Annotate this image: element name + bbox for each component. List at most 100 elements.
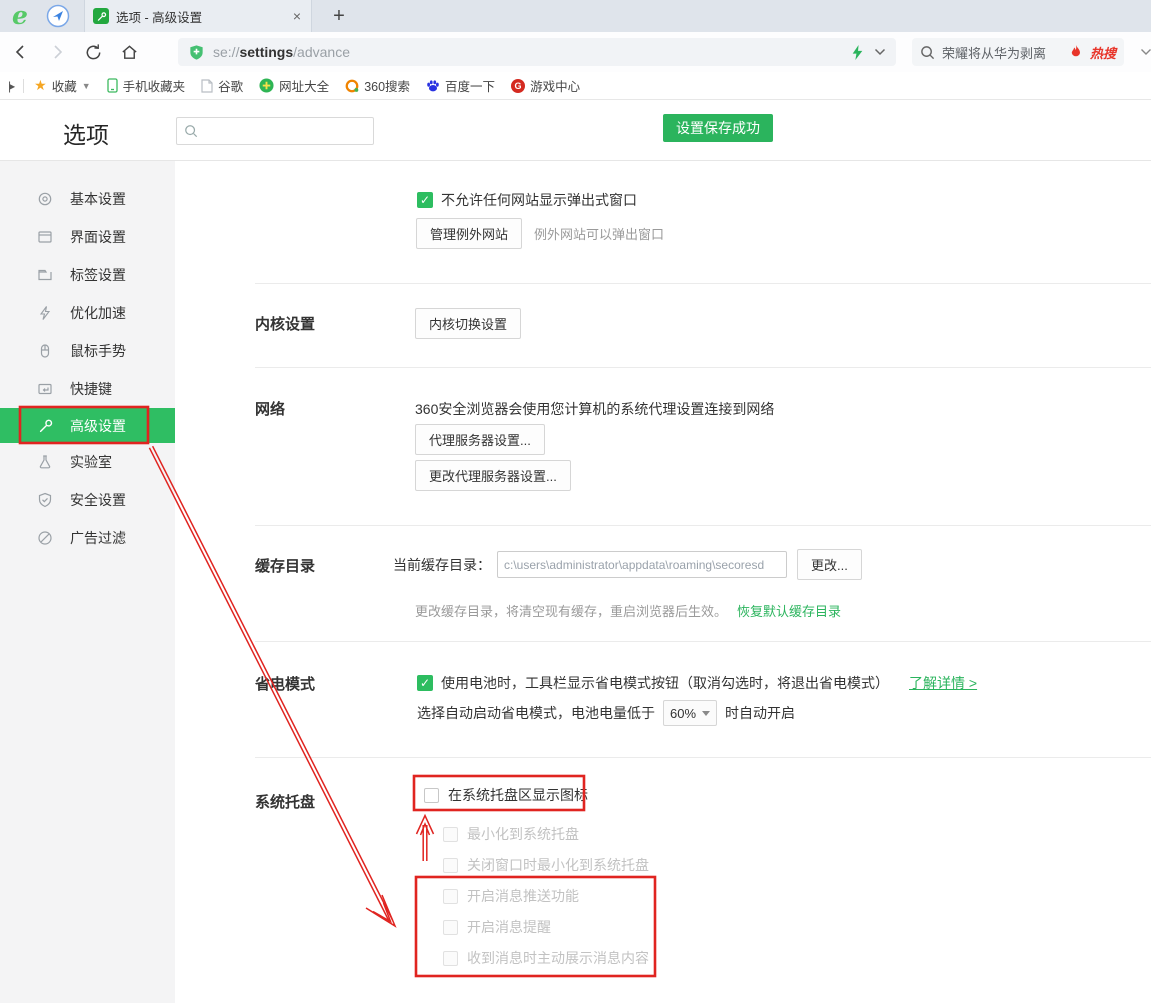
settings-wrench-favicon <box>93 8 109 24</box>
show-message-content-checkbox[interactable] <box>443 951 458 966</box>
flask-icon <box>36 454 53 471</box>
active-tab[interactable]: 选项 - 高级设置 × <box>84 0 312 32</box>
search-icon <box>184 124 198 138</box>
sidebar-item-security[interactable]: 安全设置 <box>0 481 175 519</box>
proxy-settings-button[interactable]: 代理服务器设置... <box>415 424 545 455</box>
sidebar-item-basic[interactable]: 基本设置 <box>0 180 175 218</box>
bookmark-baidu[interactable]: 百度一下 <box>426 76 495 95</box>
kernel-switch-button[interactable]: 内核切换设置 <box>415 308 521 339</box>
restore-default-cache-link[interactable]: 恢复默认缓存目录 <box>737 601 841 620</box>
mouse-icon <box>36 343 53 360</box>
tray-show-icon-label: 在系统托盘区显示图标 <box>448 785 588 805</box>
settings-sidebar: 基本设置 界面设置 标签设置 优化加速 鼠标手势 快捷键 高级设置 实验室 安全… <box>0 161 175 1003</box>
tab-title: 选项 - 高级设置 <box>116 7 291 26</box>
url-text: se://settings/advance <box>213 44 350 60</box>
toolbar-overflow-chevron-icon[interactable] <box>1140 48 1151 56</box>
gear-icon <box>36 191 53 208</box>
sidebar-item-shortcuts[interactable]: 快捷键 <box>0 370 175 408</box>
tray-disabled-row: 收到消息时主动展示消息内容 <box>443 948 649 968</box>
tray-disabled-row: 关闭窗口时最小化到系统托盘 <box>443 855 649 875</box>
sidebar-item-ad-filter[interactable]: 广告过滤 <box>0 519 175 557</box>
divider <box>255 525 1151 526</box>
security-shield-icon <box>188 44 205 61</box>
change-proxy-settings-button[interactable]: 更改代理服务器设置... <box>415 460 571 491</box>
speed-bolt-icon[interactable] <box>851 45 864 60</box>
game-center-icon: G <box>511 79 525 93</box>
tab-icon <box>36 267 53 284</box>
popup-checkbox[interactable]: ✓ <box>417 192 433 208</box>
cache-dir-field-label: 当前缓存目录： <box>393 555 491 575</box>
cache-hint-row: 更改缓存目录，将清空现有缓存，重启浏览器后生效。 恢复默认缓存目录 <box>415 601 841 620</box>
sidebar-item-advanced[interactable]: 高级设置 <box>0 408 175 443</box>
change-cache-dir-button[interactable]: 更改... <box>797 549 862 580</box>
refresh-button-icon[interactable] <box>78 37 108 67</box>
learn-more-link[interactable]: 了解详情 > <box>909 673 977 693</box>
tray-section-label: 系统托盘 <box>255 791 315 812</box>
chevron-down-icon[interactable]: ▼ <box>82 81 91 91</box>
sidebar-item-interface[interactable]: 界面设置 <box>0 218 175 256</box>
power-auto-suffix: 时自动开启 <box>725 703 795 723</box>
divider <box>255 757 1151 758</box>
hot-search-label: 热搜 <box>1090 43 1116 62</box>
sidebar-item-optimization[interactable]: 优化加速 <box>0 294 175 332</box>
options-search[interactable] <box>176 117 374 145</box>
network-description: 360安全浏览器会使用您计算机的系统代理设置连接到网络 <box>415 399 774 419</box>
hot-search-text: 荣耀将从华为剥离 <box>942 43 1046 62</box>
options-page-header <box>0 100 1151 161</box>
hot-search-box[interactable]: 荣耀将从华为剥离 热搜 <box>912 38 1124 66</box>
new-tab-button[interactable]: + <box>326 5 352 28</box>
browser-logo-icon[interactable]: e <box>0 1 40 31</box>
search-icon <box>920 45 935 60</box>
bookmark-google[interactable]: 谷歌 <box>201 76 243 95</box>
sidebar-item-laboratory[interactable]: 实验室 <box>0 443 175 481</box>
divider <box>23 79 24 93</box>
sidebar-collapse-icon[interactable]: |▸ <box>8 79 13 93</box>
minimize-to-tray-checkbox[interactable] <box>443 827 458 842</box>
page-icon <box>201 79 213 93</box>
popup-checkbox-label: 不允许任何网站显示弹出式窗口 <box>441 190 637 210</box>
minimize-on-close-checkbox[interactable] <box>443 858 458 873</box>
toolbar: se://settings/advance 荣耀将从华为剥离 热搜 <box>0 32 1151 72</box>
power-checkbox-label: 使用电池时，工具栏显示省电模式按钮（取消勾选时，将退出省电模式） <box>441 673 889 693</box>
sidebar-item-tabs[interactable]: 标签设置 <box>0 256 175 294</box>
power-section-label: 省电模式 <box>255 673 315 694</box>
bookmark-game-center[interactable]: G 游戏中心 <box>511 76 580 95</box>
tab-close-icon[interactable]: × <box>291 8 303 24</box>
message-push-checkbox[interactable] <box>443 889 458 904</box>
tray-disabled-row: 开启消息提醒 <box>443 917 551 937</box>
message-reminder-checkbox[interactable] <box>443 920 458 935</box>
flame-icon <box>1070 45 1082 59</box>
power-checkbox[interactable]: ✓ <box>417 675 433 691</box>
enter-key-icon <box>36 381 53 398</box>
bookmark-mobile-favorites[interactable]: 手机收藏夹 <box>107 76 186 95</box>
bookmark-360-search[interactable]: 360搜索 <box>345 76 410 95</box>
tray-show-icon-checkbox[interactable] <box>424 788 439 803</box>
addressbar-chevron-down-icon[interactable] <box>874 48 886 56</box>
bookmark-favorites[interactable]: ★ 收藏 ▼ <box>34 76 91 95</box>
back-button-icon[interactable] <box>6 37 36 67</box>
phone-icon <box>107 78 118 93</box>
shield-check-icon <box>36 492 53 509</box>
divider <box>255 641 1151 642</box>
block-icon <box>36 530 53 547</box>
lightning-icon <box>36 305 53 322</box>
bookmark-site-navigation[interactable]: 网址大全 <box>259 76 329 95</box>
cache-dir-input[interactable] <box>497 551 787 578</box>
cache-section-label: 缓存目录 <box>255 555 315 576</box>
sidebar-item-mouse-gestures[interactable]: 鼠标手势 <box>0 332 175 370</box>
battery-level-dropdown[interactable]: 60% <box>663 700 717 726</box>
forward-button-icon[interactable] <box>42 37 72 67</box>
options-search-input[interactable] <box>203 119 371 143</box>
wrench-icon <box>36 417 53 434</box>
power-checkbox-row: ✓ 使用电池时，工具栏显示省电模式按钮（取消勾选时，将退出省电模式） 了解详情 … <box>417 673 977 693</box>
kernel-section-label: 内核设置 <box>255 313 315 334</box>
popup-checkbox-row: ✓ 不允许任何网站显示弹出式窗口 <box>417 190 637 210</box>
navigation-compass-icon[interactable] <box>46 4 70 28</box>
home-button-icon[interactable] <box>114 37 144 67</box>
address-bar[interactable]: se://settings/advance <box>178 38 896 66</box>
tray-main-checkbox-row: 在系统托盘区显示图标 <box>424 785 588 805</box>
star-icon: ★ <box>34 77 47 94</box>
tray-disabled-row: 开启消息推送功能 <box>443 886 579 906</box>
power-auto-row: 选择自动启动省电模式，电池电量低于 60% 时自动开启 <box>417 700 795 726</box>
manage-exceptions-button[interactable]: 管理例外网站 <box>416 218 522 249</box>
